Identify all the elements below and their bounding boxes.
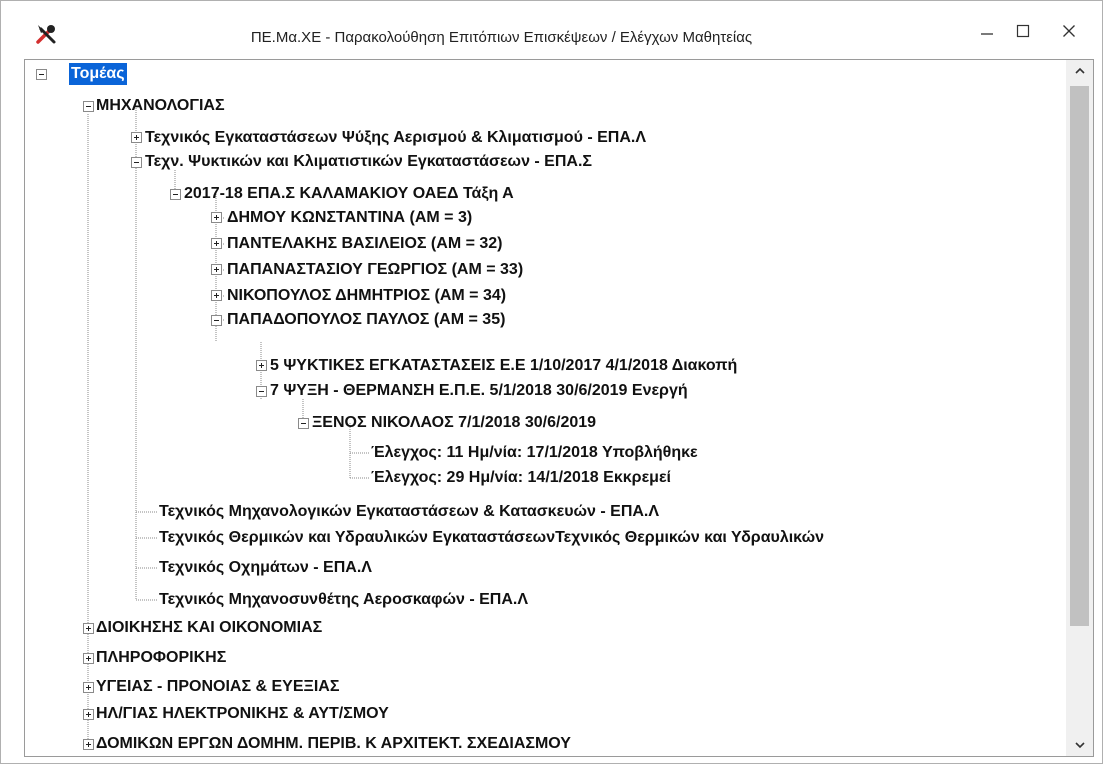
- tree-node-student[interactable]: ΔΗΜΟΥ ΚΩΝΣΤΑΝΤΙΝΑ (ΑΜ = 3): [227, 206, 472, 230]
- tree-node-class-2017[interactable]: 2017-18 ΕΠΑ.Σ ΚΑΛΑΜΑΚΙΟΥ ΟΑΕΔ Τάξη Α: [184, 182, 514, 206]
- tree-node-specialty[interactable]: Τεχνικός Θερμικών και Υδραυλικών Εγκατασ…: [159, 526, 824, 550]
- scroll-down-button[interactable]: [1066, 734, 1093, 756]
- expand-toggle-sector[interactable]: [83, 653, 94, 664]
- close-icon: [1063, 25, 1075, 37]
- tree-node-sector[interactable]: ΔΙΟΙΚΗΣΗΣ ΚΑΙ ΟΙΚΟΝΟΜΙΑΣ: [96, 616, 322, 640]
- scroll-up-button[interactable]: [1066, 60, 1093, 82]
- tree-node-placement-7[interactable]: 7 ΨΥΞΗ - ΘΕΡΜΑΝΣΗ Ε.Π.Ε. 5/1/2018 30/6/2…: [270, 379, 688, 403]
- tree-node-student[interactable]: ΝΙΚΟΠΟΥΛΟΣ ΔΗΜΗΤΡΙΟΣ (ΑΜ = 34): [227, 284, 506, 308]
- tree-node-sector[interactable]: ΗΛ/ΓΙΑΣ ΗΛΕΚΤΡΟΝΙΚΗΣ & ΑΥΤ/ΣΜΟΥ: [96, 702, 389, 726]
- maximize-icon: [1016, 24, 1030, 38]
- vertical-scrollbar[interactable]: [1066, 60, 1093, 756]
- collapse-toggle-mechanical[interactable]: [83, 101, 94, 112]
- chevron-up-icon: [1074, 67, 1085, 74]
- expand-toggle-sector[interactable]: [83, 709, 94, 720]
- close-button[interactable]: [1049, 17, 1089, 45]
- expand-toggle-sector[interactable]: [83, 739, 94, 750]
- tree-node-specialty[interactable]: Τεχνικός Μηχανοσυνθέτης Αεροσκαφών - ΕΠΑ…: [159, 588, 528, 612]
- expand-toggle-placement-5[interactable]: [256, 360, 267, 371]
- minimize-button[interactable]: [967, 17, 1007, 45]
- collapse-toggle-placement-7[interactable]: [256, 386, 267, 397]
- tree-node-inspection[interactable]: Έλεγχος: 29 Ημ/νία: 14/1/2018 Εκκρεμεί: [371, 466, 671, 490]
- tree-node-student[interactable]: ΠΑΝΤΕΛΑΚΗΣ ΒΑΣΙΛΕΙΟΣ (ΑΜ = 32): [227, 232, 503, 256]
- scroll-thumb[interactable]: [1070, 86, 1089, 626]
- tree-node-sector[interactable]: ΔΟΜΙΚΩΝ ΕΡΓΩΝ ΔΟΜΗΜ. ΠΕΡΙΒ. Κ ΑΡΧΙΤΕΚΤ. …: [96, 732, 571, 756]
- expand-toggle-student[interactable]: [211, 264, 222, 275]
- expand-toggle-spec-cooling-epal[interactable]: [131, 132, 142, 143]
- collapse-toggle-supervisor[interactable]: [298, 418, 309, 429]
- tree-node-placement-5[interactable]: 5 ΨΥΚΤΙΚΕΣ ΕΓΚΑΤΑΣΤΑΣΕΙΣ Ε.Ε 1/10/2017 4…: [270, 354, 737, 378]
- chevron-down-icon: [1074, 742, 1085, 749]
- maximize-button[interactable]: [1003, 17, 1043, 45]
- tree-node-supervisor[interactable]: ΞΕΝΟΣ ΝΙΚΟΛΑΟΣ 7/1/2018 30/6/2019: [312, 411, 596, 435]
- collapse-toggle-spec-cooling-epas[interactable]: [131, 157, 142, 168]
- tree-node-specialty[interactable]: Τεχνικός Οχημάτων - ΕΠΑ.Λ: [159, 556, 372, 580]
- title-bar[interactable]: ΠΕ.Μα.ΧΕ - Παρακολούθηση Επιτόπιων Επισκ…: [1, 1, 1102, 61]
- tree-node-sector[interactable]: ΥΓΕΙΑΣ - ΠΡΟΝΟΙΑΣ & ΕΥΕΞΙΑΣ: [96, 675, 339, 699]
- tree-node-root[interactable]: Τομέας: [68, 62, 128, 86]
- tree-node-spec-cooling-epas[interactable]: Τεχν. Ψυκτικών και Κλιματιστικών Εγκατασ…: [145, 150, 592, 174]
- expand-toggle-sector[interactable]: [83, 623, 94, 634]
- minimize-icon: [981, 33, 993, 35]
- tree-node-mechanical[interactable]: ΜΗΧΑΝΟΛΟΓΙΑΣ: [96, 94, 225, 118]
- tree-view[interactable]: Τομέας ΜΗΧΑΝΟΛΟΓΙΑΣ Τεχνικός Εγκαταστάσε…: [24, 59, 1094, 757]
- tree-node-student[interactable]: ΠΑΠΑΝΑΣΤΑΣΙΟΥ ΓΕΩΡΓΙΟΣ (ΑΜ = 33): [227, 258, 523, 282]
- collapse-toggle-root[interactable]: [36, 69, 47, 80]
- tree-node-inspection[interactable]: Έλεγχος: 11 Ημ/νία: 17/1/2018 Υποβλήθηκε: [371, 441, 698, 465]
- collapse-toggle-student[interactable]: [211, 315, 222, 326]
- expand-toggle-sector[interactable]: [83, 682, 94, 693]
- tree-node-student[interactable]: ΠΑΠΑΔΟΠΟΥΛΟΣ ΠΑΥΛΟΣ (ΑΜ = 35): [227, 308, 505, 332]
- collapse-toggle-class-2017[interactable]: [170, 189, 181, 200]
- tree-node-spec-cooling-epal[interactable]: Τεχνικός Εγκαταστάσεων Ψύξης Αερισμού & …: [145, 126, 646, 150]
- expand-toggle-student[interactable]: [211, 290, 222, 301]
- window-title: ΠΕ.Μα.ΧΕ - Παρακολούθηση Επιτόπιων Επισκ…: [250, 29, 753, 46]
- expand-toggle-student[interactable]: [211, 212, 222, 223]
- tree-node-specialty[interactable]: Τεχνικός Μηχανολογικών Εγκαταστάσεων & Κ…: [159, 500, 659, 524]
- tree-node-sector[interactable]: ΠΛΗΡΟΦΟΡΙΚΗΣ: [96, 646, 226, 670]
- app-window: ΠΕ.Μα.ΧΕ - Παρακολούθηση Επιτόπιων Επισκ…: [0, 0, 1103, 764]
- expand-toggle-student[interactable]: [211, 238, 222, 249]
